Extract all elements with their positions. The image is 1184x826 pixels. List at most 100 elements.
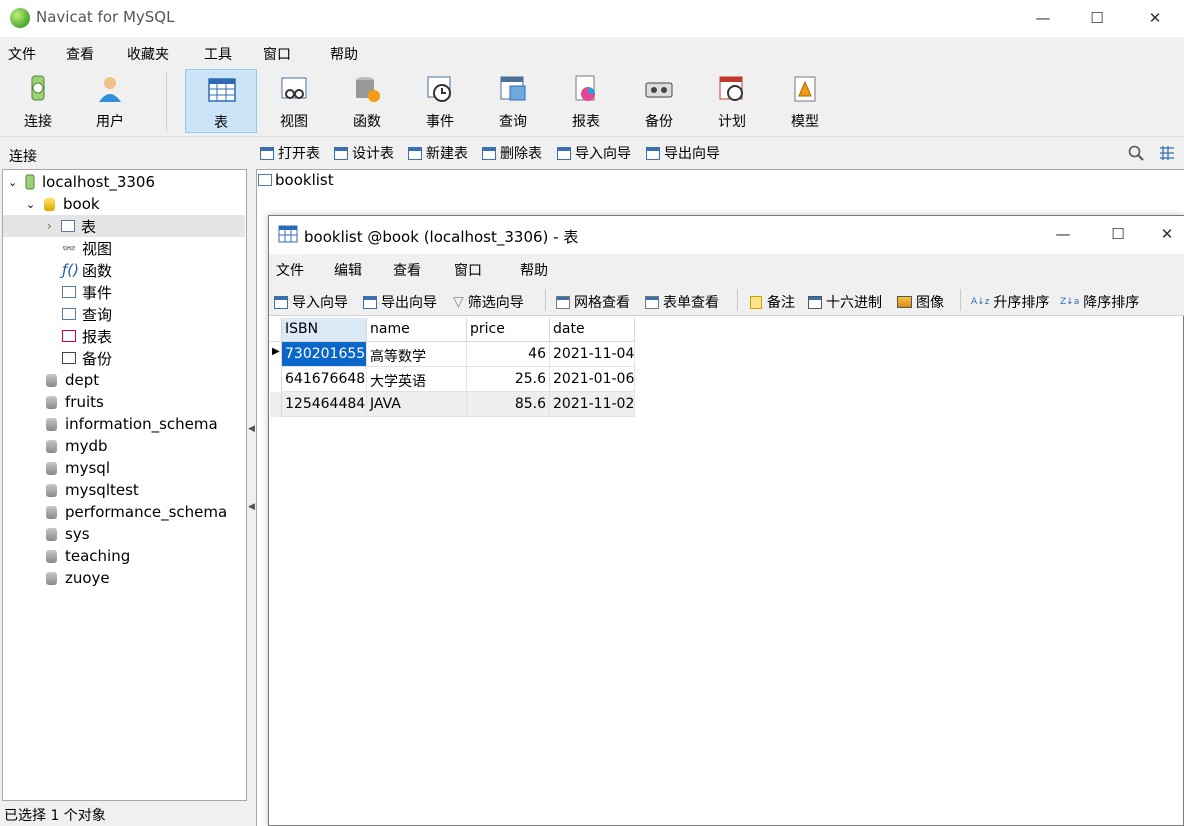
collapse-left-icon[interactable]: ◀	[248, 502, 255, 512]
toolbar-table-button[interactable]: 表	[185, 69, 257, 133]
menu-tools[interactable]: 工具	[204, 44, 232, 64]
tree-views[interactable]: 👓 视图	[62, 237, 112, 259]
image-button[interactable]: 图像	[897, 292, 944, 312]
column-header-name[interactable]: name	[367, 318, 467, 342]
row-header-corner	[270, 318, 282, 342]
minimize-button[interactable]: —	[1020, 0, 1066, 36]
tree-connection[interactable]: ⌄ localhost_3306	[8, 171, 246, 193]
design-table-button[interactable]: 设计表	[334, 144, 394, 162]
column-header-isbn[interactable]: ISBN	[282, 318, 367, 342]
toolbar-report-button[interactable]: 报表	[550, 69, 622, 133]
table-cell[interactable]: 2021-11-04	[550, 342, 635, 367]
pane-splitter[interactable]: ◀ ◀	[248, 169, 256, 801]
child-menu-view[interactable]: 查看	[393, 260, 421, 280]
table-cell[interactable]: 730201655	[282, 342, 367, 367]
column-header-date[interactable]: date	[550, 318, 635, 342]
tree-db-performance-schema[interactable]: performance_schema	[46, 501, 227, 523]
table-cell[interactable]: 大学英语	[367, 367, 467, 392]
toolbar-backup-button[interactable]: 备份	[623, 69, 695, 133]
tree-db-mysqltest[interactable]: mysqltest	[46, 479, 139, 501]
menu-help[interactable]: 帮助	[330, 44, 358, 64]
maximize-button[interactable]: ☐	[1074, 0, 1120, 36]
child-menu-file[interactable]: 文件	[276, 260, 304, 280]
query-icon	[500, 76, 526, 101]
tree-queries[interactable]: 查询	[62, 303, 112, 325]
tree-tables[interactable]: › 表	[3, 215, 245, 237]
form-view-button[interactable]: 表单查看	[645, 292, 719, 312]
view-mode-icon[interactable]	[1159, 145, 1175, 161]
collapse-chevron-icon[interactable]: ⌄	[26, 198, 44, 211]
table-window-close-button[interactable]: ✕	[1150, 216, 1184, 252]
toolbar-model-button[interactable]: 模型	[769, 69, 841, 133]
table-cell[interactable]: 46	[467, 342, 550, 367]
import-wizard-button[interactable]: 导入向导	[557, 144, 631, 162]
column-header-price[interactable]: price	[467, 318, 550, 342]
tree-db-fruits[interactable]: fruits	[46, 391, 104, 413]
search-icon[interactable]	[1128, 145, 1144, 161]
table-window-maximize-button[interactable]: ☐	[1095, 216, 1141, 252]
expand-chevron-icon[interactable]: ›	[47, 219, 61, 233]
row-indicator[interactable]: ▶	[270, 342, 282, 367]
toolbar-connection-button[interactable]: 连接	[2, 69, 74, 133]
open-table-button[interactable]: 打开表	[260, 144, 320, 162]
toolbar-query-button[interactable]: 查询	[477, 69, 549, 133]
new-table-button[interactable]: 新建表	[408, 144, 468, 162]
database-icon	[46, 549, 57, 563]
table-cell[interactable]: 2021-11-02	[550, 392, 635, 417]
menu-file[interactable]: 文件	[8, 44, 36, 64]
grid-view-button[interactable]: 网格查看	[556, 292, 630, 312]
tree-db-sys[interactable]: sys	[46, 523, 90, 545]
tree-backups[interactable]: 备份	[62, 347, 112, 369]
sort-ascending-button[interactable]: A↓z 升序排序	[971, 292, 1049, 312]
table-cell[interactable]: 高等数学	[367, 342, 467, 367]
toolbar-schedule-button[interactable]: 计划	[696, 69, 768, 133]
table-cell[interactable]: 25.6	[467, 367, 550, 392]
table-cell[interactable]: 641676648	[282, 367, 367, 392]
tree-db-zuoye[interactable]: zuoye	[46, 567, 110, 589]
object-item-booklist[interactable]: booklist	[258, 171, 334, 189]
tree-db-book[interactable]: ⌄ book	[26, 193, 246, 215]
tree-db-mydb[interactable]: mydb	[46, 435, 108, 457]
toolbar-user-button[interactable]: 用户	[74, 69, 146, 133]
import-wizard-button[interactable]: 导入向导	[274, 292, 348, 312]
data-grid: ISBN name price date ▶ 730201655 高等数学 46…	[270, 318, 635, 418]
tree-db-teaching[interactable]: teaching	[46, 545, 130, 567]
tree-db-mysql[interactable]: mysql	[46, 457, 110, 479]
table-window-minimize-button[interactable]: —	[1040, 216, 1086, 252]
collapse-chevron-icon[interactable]: ⌄	[8, 176, 22, 189]
toolbar-event-button[interactable]: 事件	[404, 69, 476, 133]
event-icon	[427, 76, 451, 102]
delete-table-button[interactable]: 删除表	[482, 144, 542, 162]
toolbar-separator	[960, 289, 961, 311]
table-cell[interactable]: 2021-01-06	[550, 367, 635, 392]
tree-reports[interactable]: 报表	[62, 325, 112, 347]
current-row-arrow-icon: ▶	[272, 346, 280, 357]
filter-wizard-button[interactable]: ▽ 筛选向导	[453, 292, 524, 312]
child-menu-edit[interactable]: 编辑	[334, 260, 362, 280]
child-menu-window[interactable]: 窗口	[454, 260, 482, 280]
delete-table-icon	[482, 146, 496, 160]
export-wizard-button[interactable]: 导出向导	[646, 144, 720, 162]
menu-view[interactable]: 查看	[66, 44, 94, 64]
menu-window[interactable]: 窗口	[263, 44, 291, 64]
sort-descending-button[interactable]: Z↓a 降序排序	[1060, 292, 1139, 312]
toolbar-view-button[interactable]: 视图	[258, 69, 330, 133]
tree-events[interactable]: 事件	[62, 281, 112, 303]
collapse-left-icon[interactable]: ◀	[248, 424, 255, 434]
tree-db-information-schema[interactable]: information_schema	[46, 413, 218, 435]
connection-pane-label: 连接	[9, 149, 37, 165]
menu-favorites[interactable]: 收藏夹	[127, 44, 169, 64]
child-menu-help[interactable]: 帮助	[520, 260, 548, 280]
tree-functions[interactable]: ƒ() 函数	[62, 259, 112, 281]
toolbar-function-button[interactable]: 函数	[331, 69, 403, 133]
hex-button[interactable]: 十六进制	[808, 292, 882, 312]
export-wizard-button[interactable]: 导出向导	[363, 292, 437, 312]
tree-db-dept[interactable]: dept	[46, 369, 99, 391]
table-cell[interactable]: 125464484	[282, 392, 367, 417]
row-indicator[interactable]	[270, 392, 282, 417]
memo-button[interactable]: 备注	[750, 292, 795, 312]
close-button[interactable]: ✕	[1132, 0, 1178, 36]
table-cell[interactable]: JAVA	[367, 392, 467, 417]
table-cell[interactable]: 85.6	[467, 392, 550, 417]
row-indicator[interactable]	[270, 367, 282, 392]
